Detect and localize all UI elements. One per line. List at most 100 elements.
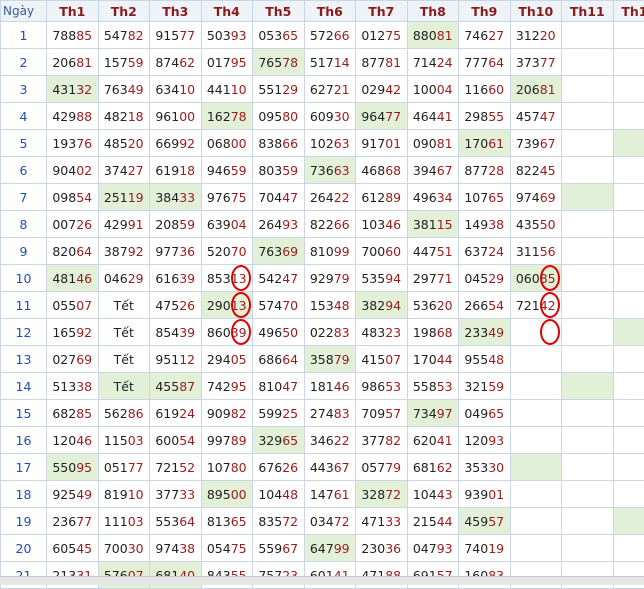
result-cell: 57470 <box>253 292 305 319</box>
result-last-two-digits: 47 <box>282 271 298 286</box>
result-cell: 03472 <box>304 508 356 535</box>
day-number: 9 <box>1 238 47 265</box>
result-leading-digits: 997 <box>207 433 231 448</box>
result-cell: 90982 <box>201 400 253 427</box>
result-last-two-digits: 53 <box>437 379 453 394</box>
result-cell: 18146 <box>304 373 356 400</box>
result-leading-digits: 619 <box>155 163 179 178</box>
result-leading-digits: 049 <box>464 406 488 421</box>
result-last-two-digits: 79 <box>334 271 350 286</box>
table-row: 1105507Tết475262901357470153483829453620… <box>1 292 644 319</box>
result-last-two-digits: 91 <box>128 217 144 232</box>
result-leading-digits: 788 <box>52 28 76 43</box>
result-cell: 10263 <box>304 130 356 157</box>
result-cell: 14761 <box>304 481 356 508</box>
result-leading-digits: 822 <box>310 217 334 232</box>
result-last-two-digits: 59 <box>128 55 144 70</box>
result-leading-digits: 746 <box>464 28 488 43</box>
result-last-two-digits: 30 <box>128 541 144 556</box>
result-last-two-digits: 45 <box>76 541 92 556</box>
result-cell: 05779 <box>356 454 408 481</box>
result-leading-digits: 429 <box>104 217 128 232</box>
result-leading-digits: 955 <box>464 352 488 367</box>
result-cell <box>613 427 644 454</box>
result-last-two-digits: 48 <box>334 298 350 313</box>
result-last-two-digits: 81 <box>76 55 92 70</box>
result-cell: 10443 <box>407 481 459 508</box>
result-leading-digits: 939 <box>464 487 488 502</box>
result-last-two-digits: 66 <box>282 136 298 151</box>
result-last-two-digits: 12 <box>179 352 195 367</box>
result-leading-digits: 917 <box>361 136 385 151</box>
result-last-two-digits: 93 <box>437 541 453 556</box>
result-cell: 54247 <box>253 265 305 292</box>
result-last-two-digits: 85 <box>76 28 92 43</box>
result-cell: 01795 <box>201 49 253 76</box>
result-last-two-digits: 33 <box>179 190 195 205</box>
result-leading-digits: 104 <box>258 487 282 502</box>
day-number: 5 <box>1 130 47 157</box>
result-cell <box>613 130 644 157</box>
result-cell: 87781 <box>356 49 408 76</box>
result-leading-digits: 387 <box>104 244 128 259</box>
result-cell <box>562 454 614 481</box>
result-leading-digits: 835 <box>258 514 282 529</box>
result-leading-digits: 328 <box>361 487 385 502</box>
result-leading-digits: 820 <box>52 244 76 259</box>
result-last-two-digits: 29 <box>488 271 504 286</box>
result-cell: 55853 <box>407 373 459 400</box>
result-last-two-digits: 77 <box>128 460 144 475</box>
result-last-two-digits: 69 <box>540 190 556 205</box>
result-cell: 35879 <box>304 346 356 373</box>
result-cell: 55129 <box>253 76 305 103</box>
month-header: Th2 <box>98 1 150 22</box>
result-last-two-digits: 85 <box>76 406 92 421</box>
result-leading-digits: 107 <box>207 460 231 475</box>
result-leading-digits: 609 <box>310 109 334 124</box>
result-last-two-digits: 44 <box>437 514 453 529</box>
result-leading-digits: 559 <box>258 541 282 556</box>
result-cell: 20681 <box>510 76 562 103</box>
result-last-two-digits: 93 <box>231 28 247 43</box>
result-last-two-digits: 07 <box>385 352 401 367</box>
result-last-two-digits: 14 <box>334 55 350 70</box>
result-leading-digits: 251 <box>104 190 128 205</box>
result-cell: 29405 <box>201 346 253 373</box>
result-cell: 55095 <box>47 454 99 481</box>
result-cell: 20859 <box>150 211 202 238</box>
result-leading-digits: 895 <box>207 487 231 502</box>
result-last-two-digits: 26 <box>179 298 195 313</box>
result-last-two-digits: 82 <box>128 28 144 43</box>
result-last-two-digits: 72 <box>334 514 350 529</box>
result-cell <box>562 103 614 130</box>
result-cell: 00726 <box>47 211 99 238</box>
result-cell: 11103 <box>98 508 150 535</box>
result-last-two-digits: 46 <box>76 433 92 448</box>
result-leading-digits: 763 <box>258 244 282 259</box>
result-cell <box>562 211 614 238</box>
result-last-two-digits: 75 <box>385 28 401 43</box>
result-cell: 06085 <box>510 265 562 292</box>
result-last-two-digits: 43 <box>437 487 453 502</box>
result-leading-digits: 838 <box>258 136 282 151</box>
result-cell: 85439 <box>150 319 202 346</box>
result-cell: 89500 <box>201 481 253 508</box>
month-header: Th11 <box>562 1 614 22</box>
result-cell: 83572 <box>253 508 305 535</box>
result-last-two-digits: 56 <box>540 244 556 259</box>
result-last-two-digits: 38 <box>76 379 92 394</box>
result-leading-digits: 107 <box>464 190 488 205</box>
result-last-two-digits: 33 <box>385 514 401 529</box>
result-cell: 85313 <box>201 265 253 292</box>
result-leading-digits: 714 <box>413 55 437 70</box>
result-cell: 67626 <box>253 454 305 481</box>
result-leading-digits: 373 <box>516 55 540 70</box>
result-last-two-digits: 65 <box>488 406 504 421</box>
result-leading-digits: 682 <box>52 406 76 421</box>
result-cell: 04965 <box>459 400 511 427</box>
result-cell: 44110 <box>201 76 253 103</box>
result-last-two-digits: 69 <box>282 244 298 259</box>
result-last-two-digits: 64 <box>179 514 195 529</box>
result-cell: 43550 <box>510 211 562 238</box>
result-cell: 99789 <box>201 427 253 454</box>
